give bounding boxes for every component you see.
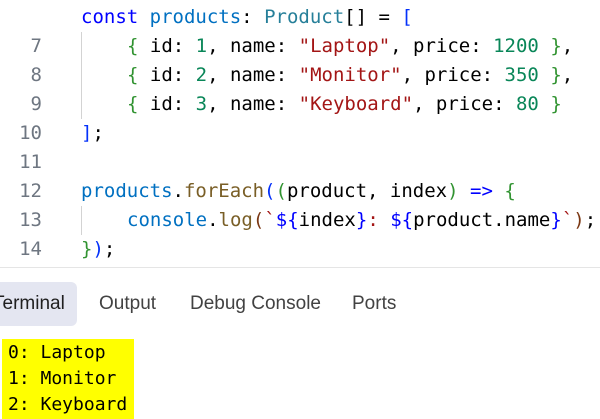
number-literal: 1200 <box>493 35 539 57</box>
tab-ports[interactable]: Ports <box>352 282 396 326</box>
code-line: 12 <box>0 148 600 202</box>
string-literal: "Monitor" <box>298 64 402 86</box>
string-literal: "Laptop" <box>298 35 391 57</box>
function-name: forEach <box>183 180 265 202</box>
type-name: Product <box>264 6 345 28</box>
keyword: const <box>81 6 139 28</box>
code-line: 8 { id: 1, name: "Laptop", price: 1200 }… <box>0 32 600 86</box>
tab-terminal[interactable]: Terminal <box>0 282 77 326</box>
string-literal: "Keyboard" <box>298 93 414 115</box>
bracket: [ <box>401 6 413 28</box>
code-line: 14 console.log(`${index}: ${product.name… <box>0 206 600 260</box>
code-text: . <box>172 180 184 202</box>
code-text: id: <box>138 64 196 86</box>
brace: { <box>127 64 139 86</box>
line-code: const products: Product[] = [ <box>81 3 413 32</box>
identifier: console <box>127 209 208 231</box>
array-brackets: [] <box>344 6 368 28</box>
paren: ) <box>447 180 459 202</box>
template-tick: ` <box>264 209 276 231</box>
brace: } <box>550 64 562 86</box>
number-literal: 1 <box>195 35 208 57</box>
number-literal: 2 <box>195 64 208 86</box>
paren: ) <box>92 238 104 260</box>
paren: ( <box>275 180 287 202</box>
tab-label: Output <box>99 293 157 314</box>
brace: } <box>550 35 562 57</box>
brace: { <box>504 180 516 202</box>
tab-label: Ports <box>352 293 397 314</box>
line-code: { id: 2, name: "Monitor", price: 350 }, <box>127 61 573 90</box>
identifier: products <box>149 6 242 28</box>
code-text: , <box>561 64 574 86</box>
brace: { <box>127 35 139 57</box>
paren: ) <box>573 209 585 231</box>
number-literal: 80 <box>515 93 539 115</box>
code-text: , <box>561 35 574 57</box>
parameters: product, index <box>286 180 448 202</box>
tab-debug-console[interactable]: Debug Console <box>190 282 321 326</box>
terminal-line: 1: Monitor <box>8 368 117 389</box>
line-code: { id: 1, name: "Laptop", price: 1200 }, <box>127 32 573 61</box>
brace: } <box>550 93 562 115</box>
line-code: }); <box>81 235 115 262</box>
template-text: : <box>367 209 391 231</box>
operator: = <box>367 6 402 28</box>
code-text: id: <box>138 35 196 57</box>
interp-close: } <box>550 209 562 231</box>
code-text: . <box>207 209 219 231</box>
punctuation: : <box>241 6 265 28</box>
arrow-operator: => <box>458 180 505 202</box>
semicolon: ; <box>584 209 597 231</box>
line-code: { id: 3, name: "Keyboard", price: 80 } <box>127 90 562 119</box>
terminal-line: 0: Laptop <box>8 342 106 363</box>
brace: { <box>127 93 139 115</box>
code-line: 11 ]; <box>0 119 600 173</box>
interp-close: } <box>355 209 368 231</box>
interp-var: product.name <box>413 209 551 231</box>
function-name: log <box>218 209 253 231</box>
code-line: 7 const products: Product[] = [ <box>0 3 600 57</box>
template-tick: ` <box>561 209 574 231</box>
interp-open: ${ <box>275 209 299 231</box>
terminal-output[interactable]: 0: Laptop 1: Monitor 2: Keyboard <box>2 339 134 419</box>
brace: } <box>81 238 93 260</box>
code-text: , price: <box>413 93 516 115</box>
code-line: 13 products.forEach((product, index) => … <box>0 177 600 231</box>
code-line: 15 }); <box>0 235 600 262</box>
code-text: , name: <box>207 35 299 57</box>
interp-open: ${ <box>390 209 414 231</box>
line-code: ]; <box>81 119 104 148</box>
tab-output[interactable]: Output <box>99 282 156 326</box>
paren: ( <box>264 180 276 202</box>
code-text: , price: <box>401 64 505 86</box>
semicolon: ; <box>103 238 116 260</box>
code-editor[interactable]: 7 const products: Product[] = [ 8 { id: … <box>0 0 600 262</box>
tab-label: Terminal <box>0 293 65 314</box>
semicolon: ; <box>92 122 104 144</box>
bracket: ] <box>81 122 93 144</box>
identifier: products <box>81 180 173 202</box>
number-literal: 3 <box>195 93 208 115</box>
code-line: 10 { id: 3, name: "Keyboard", price: 80 … <box>0 90 600 144</box>
line-code: console.log(`${index}: ${product.name}`)… <box>127 206 596 235</box>
code-text: id: <box>138 93 196 115</box>
code-text: , name: <box>207 93 299 115</box>
code-line: 9 { id: 2, name: "Monitor", price: 350 }… <box>0 61 600 115</box>
interp-var: index <box>298 209 356 231</box>
code-text: , price: <box>390 35 494 57</box>
terminal-line: 2: Keyboard <box>8 394 128 415</box>
number-literal: 350 <box>504 64 539 86</box>
line-code: products.forEach((product, index) => { <box>81 177 516 206</box>
tab-label: Debug Console <box>190 293 321 314</box>
code-text: , name: <box>207 64 299 86</box>
paren: ( <box>252 209 265 231</box>
